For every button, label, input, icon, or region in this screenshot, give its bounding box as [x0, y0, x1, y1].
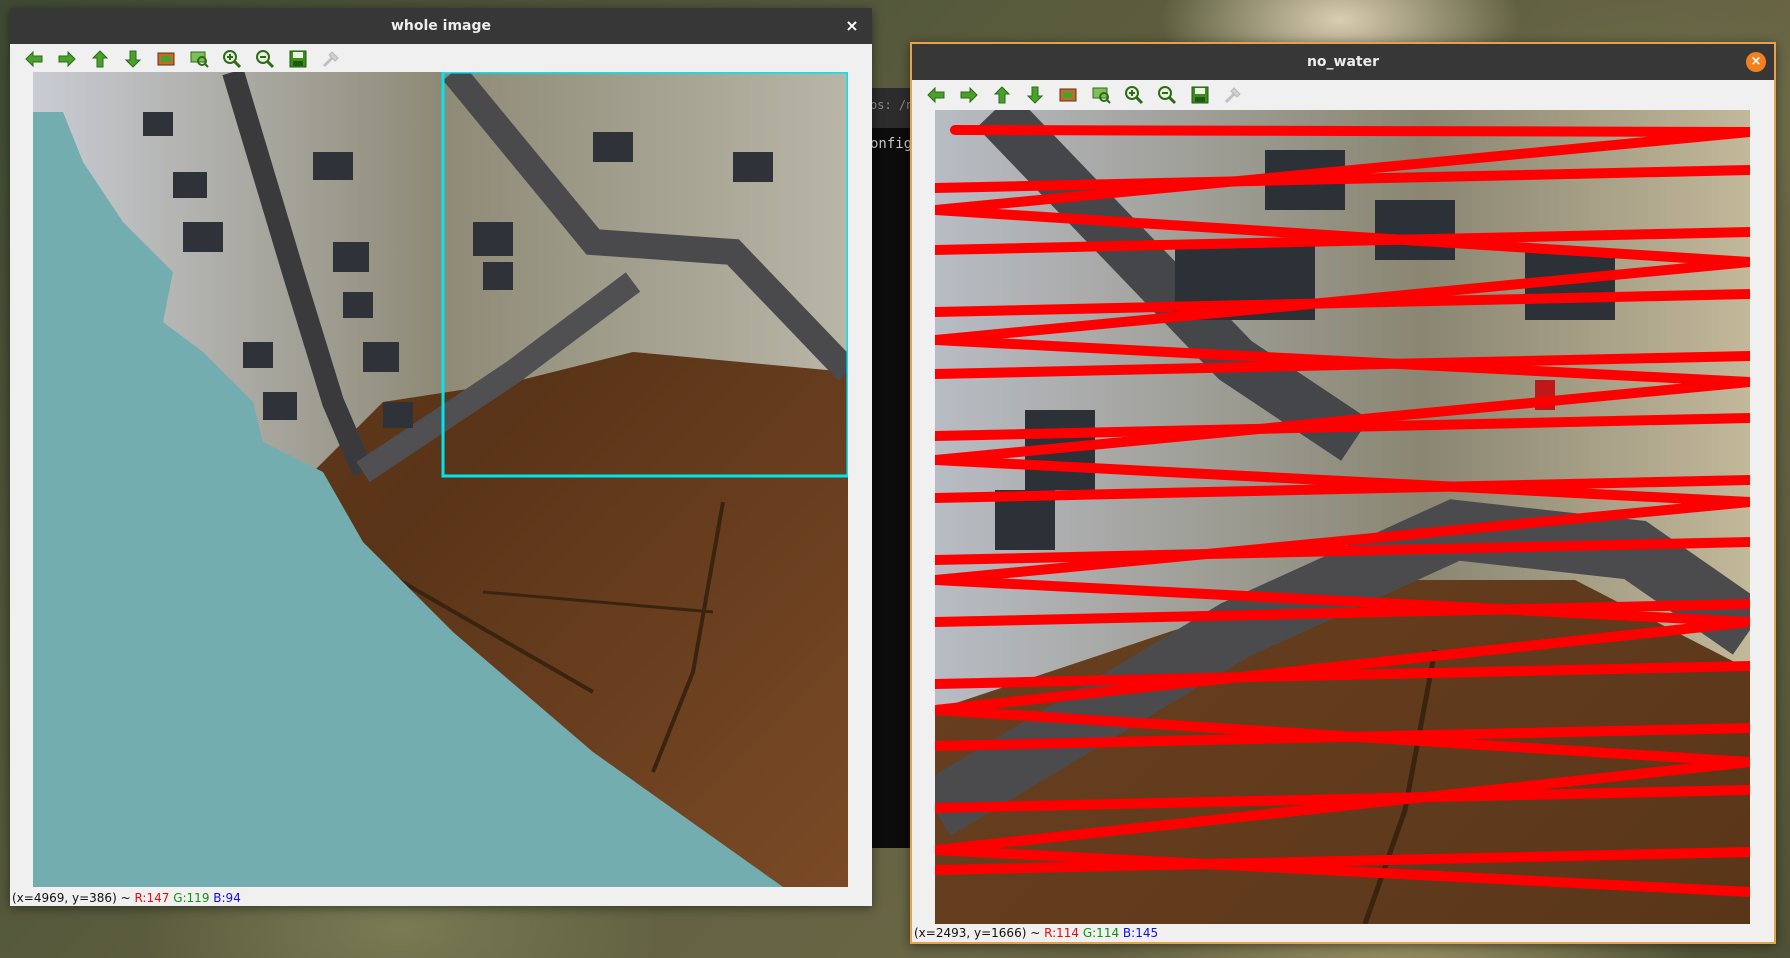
- status-bar: (x=2493, y=1666) ~ R:114 G:114 B:145: [914, 926, 1158, 940]
- close-button[interactable]: ×: [842, 16, 862, 36]
- status-coordinates: (x=2493, y=1666) ~: [914, 926, 1041, 940]
- zoom-rect-icon[interactable]: [1087, 82, 1114, 108]
- window-title: no_water: [1306, 54, 1380, 70]
- whole-image-window: whole image × (x=4969, y=386) ~ R:147 G:…: [10, 8, 872, 906]
- status-red-value: R:114: [1044, 926, 1080, 940]
- no-water-window: no_water × (x=2493, y=1666) ~ R:114 G:11…: [910, 42, 1776, 944]
- window-titlebar[interactable]: no_water ×: [912, 44, 1774, 80]
- forward-icon[interactable]: [53, 46, 80, 72]
- window-titlebar[interactable]: whole image ×: [10, 8, 872, 44]
- down-icon[interactable]: [1021, 82, 1048, 108]
- zoom-out-icon[interactable]: [251, 46, 278, 72]
- up-icon[interactable]: [988, 82, 1015, 108]
- aerial-image: [33, 72, 848, 887]
- status-blue-value: B:94: [213, 891, 241, 905]
- status-green-value: G:119: [173, 891, 210, 905]
- zoom-in-icon[interactable]: [218, 46, 245, 72]
- aerial-image-zoomed: [935, 110, 1750, 924]
- status-bar: (x=4969, y=386) ~ R:147 G:119 B:94: [12, 891, 241, 905]
- toolbar: [922, 82, 1246, 108]
- save-icon[interactable]: [1186, 82, 1213, 108]
- toolbar: [20, 46, 344, 72]
- image-canvas[interactable]: [935, 110, 1750, 924]
- back-icon[interactable]: [922, 82, 949, 108]
- forward-icon[interactable]: [955, 82, 982, 108]
- up-icon[interactable]: [86, 46, 113, 72]
- status-blue-value: B:145: [1122, 926, 1159, 940]
- properties-icon[interactable]: [1219, 82, 1246, 108]
- close-button[interactable]: ×: [1746, 52, 1766, 72]
- status-coordinates: (x=4969, y=386) ~: [12, 891, 131, 905]
- zoom-out-icon[interactable]: [1153, 82, 1180, 108]
- down-icon[interactable]: [119, 46, 146, 72]
- back-icon[interactable]: [20, 46, 47, 72]
- image-canvas[interactable]: [33, 72, 848, 887]
- status-red-value: R:147: [134, 891, 170, 905]
- save-icon[interactable]: [284, 46, 311, 72]
- zoom-rect-icon[interactable]: [185, 46, 212, 72]
- reset-view-icon[interactable]: [152, 46, 179, 72]
- reset-view-icon[interactable]: [1054, 82, 1081, 108]
- zoom-in-icon[interactable]: [1120, 82, 1147, 108]
- properties-icon[interactable]: [317, 46, 344, 72]
- window-title: whole image: [390, 18, 492, 34]
- status-green-value: G:114: [1082, 926, 1120, 940]
